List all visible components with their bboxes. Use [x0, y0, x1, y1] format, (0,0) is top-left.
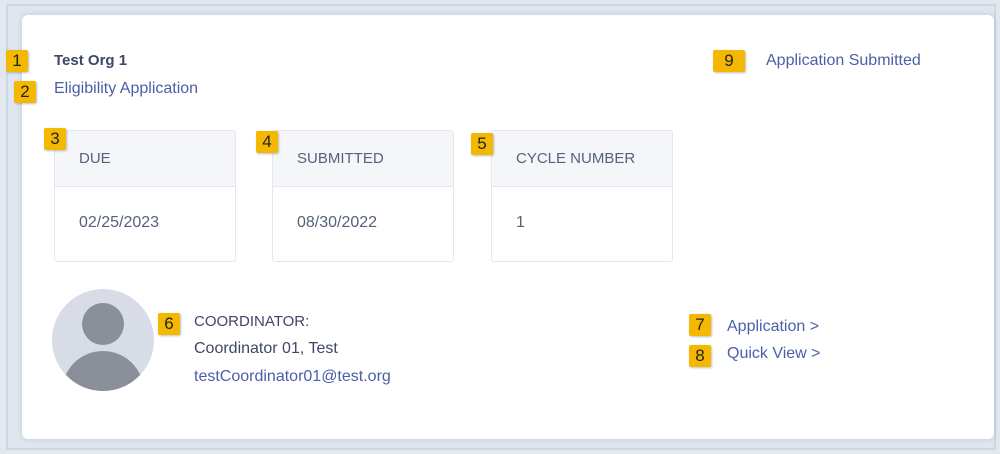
application-link[interactable]: Application >	[727, 318, 819, 336]
marker-6: 6	[158, 313, 180, 335]
marker-1: 1	[6, 50, 28, 72]
stat-cycle-number-label: CYCLE NUMBER	[492, 131, 672, 187]
stat-submitted-value: 08/30/2022	[297, 214, 378, 231]
coordinator-label: COORDINATOR:	[194, 313, 310, 330]
stat-due-value: 02/25/2023	[79, 214, 160, 231]
marker-7: 7	[689, 314, 711, 336]
user-placeholder-icon	[52, 289, 154, 391]
marker-8: 8	[689, 345, 711, 367]
marker-3: 3	[44, 128, 66, 150]
marker-4: 4	[256, 131, 278, 153]
stat-submitted: SUBMITTED 08/30/2022	[272, 130, 454, 262]
stat-submitted-label: SUBMITTED	[273, 131, 453, 187]
marker-9: 9	[713, 50, 745, 72]
marker-5: 5	[471, 133, 493, 155]
coordinator-name: Coordinator 01, Test	[194, 340, 338, 357]
stat-due: DUE 02/25/2023	[54, 130, 236, 262]
stat-cycle-number-value: 1	[516, 214, 525, 231]
avatar-body	[62, 351, 144, 391]
coordinator-email[interactable]: testCoordinator01@test.org	[194, 368, 391, 386]
stat-cycle-number: CYCLE NUMBER 1	[491, 130, 673, 262]
org-name: Test Org 1	[54, 52, 128, 69]
status-label: Application Submitted	[766, 52, 921, 69]
marker-2: 2	[14, 81, 36, 103]
stat-due-label: DUE	[55, 131, 235, 187]
avatar-head	[82, 303, 124, 345]
application-type: Eligibility Application	[54, 80, 199, 97]
quick-view-link[interactable]: Quick View >	[727, 345, 821, 363]
